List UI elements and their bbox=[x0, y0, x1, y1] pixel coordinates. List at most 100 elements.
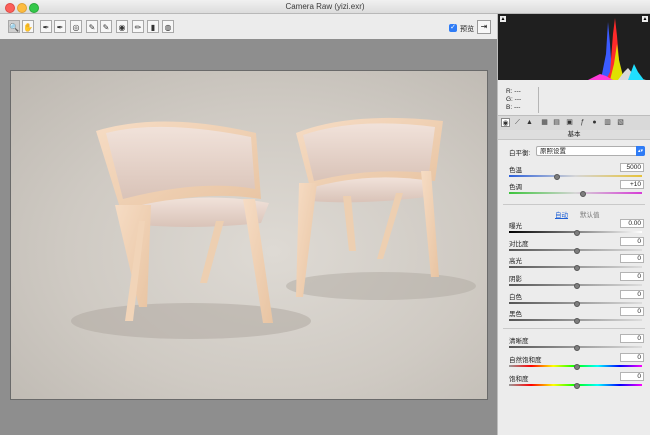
highlights-slider-thumb[interactable] bbox=[573, 265, 580, 271]
tab-presets[interactable]: ▥ bbox=[603, 118, 612, 127]
red-eye-tool-icon: ◉ bbox=[118, 23, 126, 32]
highlights-slider[interactable] bbox=[509, 265, 642, 271]
tab-tone-curve[interactable]: ⟋ bbox=[513, 118, 522, 127]
chairs-photo bbox=[71, 117, 476, 339]
exposure-slider[interactable] bbox=[509, 230, 642, 236]
histogram: ▲ ▲ bbox=[498, 14, 650, 80]
temperature-slider-thumb[interactable] bbox=[553, 174, 560, 180]
aperture-icon: ◉ bbox=[502, 120, 509, 127]
shadow-clipping-toggle[interactable]: ▲ bbox=[500, 16, 506, 22]
exposure-value-field[interactable]: 0.00 bbox=[620, 219, 644, 228]
camera-icon: ● bbox=[592, 119, 597, 126]
curve-icon: ⟋ bbox=[515, 119, 520, 126]
adjustment-brush-icon: ✏ bbox=[134, 23, 142, 32]
vibrance-value-field[interactable]: 0 bbox=[620, 353, 644, 362]
clarity-slider-thumb[interactable] bbox=[573, 345, 580, 351]
blue-readout: B: --- bbox=[506, 104, 521, 111]
panel-tabs: ◉ ⟋ ▲ ▦ ▤ ▣ ƒ ● ▥ ▧ bbox=[498, 115, 650, 131]
color-sampler-tool-button[interactable]: ✒ bbox=[54, 20, 66, 33]
red-readout: R: --- bbox=[506, 88, 521, 95]
blacks-label: 黑色 bbox=[509, 311, 522, 318]
whites-value-field[interactable]: 0 bbox=[620, 290, 644, 299]
clarity-slider[interactable] bbox=[509, 345, 642, 351]
tab-detail[interactable]: ▲ bbox=[525, 118, 534, 127]
green-readout: G: --- bbox=[506, 96, 522, 103]
zoom-tool-icon: 🔍 bbox=[9, 23, 19, 32]
contrast-value-field[interactable]: 0 bbox=[620, 237, 644, 246]
hand-tool-button[interactable]: ✋ bbox=[22, 20, 34, 33]
color-sampler-tool-icon: ✒ bbox=[56, 23, 64, 32]
contrast-slider-thumb[interactable] bbox=[573, 248, 580, 254]
clarity-value-field[interactable]: 0 bbox=[620, 334, 644, 343]
white-balance-select[interactable]: 原照设置 ▴▾ bbox=[536, 146, 645, 156]
histogram-graph bbox=[588, 18, 646, 80]
right-chair bbox=[296, 117, 443, 297]
contrast-label: 对比度 bbox=[509, 241, 529, 248]
graduated-filter-button[interactable]: ▮ bbox=[147, 20, 159, 33]
white-balance-tool-button[interactable]: ✒ bbox=[40, 20, 52, 33]
shadows-slider[interactable] bbox=[509, 283, 642, 289]
preview-checkbox[interactable]: ✓ bbox=[449, 24, 457, 32]
clarity-label: 清晰度 bbox=[509, 338, 529, 345]
preview-image[interactable] bbox=[10, 70, 488, 400]
targeted-adjustment-tool-button[interactable]: ◎ bbox=[70, 20, 82, 33]
saturation-slider[interactable] bbox=[509, 383, 642, 389]
highlights-value-field[interactable]: 0 bbox=[620, 254, 644, 263]
tab-split-toning[interactable]: ▤ bbox=[552, 118, 561, 127]
contrast-slider[interactable] bbox=[509, 248, 642, 254]
tint-slider[interactable] bbox=[509, 191, 642, 197]
tint-value-field[interactable]: +10 bbox=[620, 180, 644, 189]
temperature-value-field[interactable]: 5000 bbox=[620, 163, 644, 172]
blacks-value-field[interactable]: 0 bbox=[620, 307, 644, 316]
white-balance-label: 白平衡: bbox=[509, 150, 531, 157]
blacks-slider-thumb[interactable] bbox=[573, 318, 580, 324]
tab-camera-calibration[interactable]: ● bbox=[590, 118, 599, 127]
vibrance-slider-thumb[interactable] bbox=[573, 364, 580, 370]
highlight-clipping-toggle[interactable]: ▲ bbox=[642, 16, 648, 22]
tab-hsl[interactable]: ▦ bbox=[540, 118, 549, 127]
toolbar: 🔍 ✋ ✒ ✒ ◎ ✎ ✎ ◉ ✏ ▮ ◍ bbox=[0, 14, 497, 39]
radial-filter-button[interactable]: ◍ bbox=[162, 20, 174, 33]
whites-slider[interactable] bbox=[509, 301, 642, 307]
exposure-label: 曝光 bbox=[509, 223, 522, 230]
fullscreen-toggle-button[interactable]: ⇥ bbox=[477, 20, 491, 34]
spot-removal-tool-button[interactable]: ✎ bbox=[100, 20, 112, 33]
targeted-adjustment-tool-icon: ◎ bbox=[72, 23, 80, 32]
red-eye-tool-button[interactable]: ◉ bbox=[116, 20, 128, 33]
adjustment-brush-button[interactable]: ✏ bbox=[132, 20, 144, 33]
tab-effects[interactable]: ƒ bbox=[578, 118, 587, 127]
shadows-label: 阴影 bbox=[509, 276, 522, 283]
saturation-value-field[interactable]: 0 bbox=[620, 372, 644, 381]
shadows-slider-thumb[interactable] bbox=[573, 283, 580, 289]
tab-basic[interactable]: ◉ bbox=[501, 118, 510, 127]
effects-icon: ƒ bbox=[580, 119, 585, 126]
saturation-label: 饱和度 bbox=[509, 376, 529, 383]
spot-removal-tool-icon: ✎ bbox=[102, 23, 110, 32]
shadows-value-field[interactable]: 0 bbox=[620, 272, 644, 281]
tab-snapshots[interactable]: ▧ bbox=[616, 118, 625, 127]
blacks-slider[interactable] bbox=[509, 318, 642, 324]
presets-icon: ▥ bbox=[604, 119, 611, 126]
radial-filter-icon: ◍ bbox=[164, 23, 172, 32]
default-link[interactable]: 默认值 bbox=[580, 209, 600, 219]
section-header: 基本 bbox=[498, 130, 650, 140]
saturation-slider-thumb[interactable] bbox=[573, 383, 580, 389]
preview-label: 预览 bbox=[460, 26, 474, 33]
tint-slider-thumb[interactable] bbox=[580, 191, 587, 197]
whites-slider-thumb[interactable] bbox=[573, 301, 580, 307]
window-title: Camera Raw (yizi.exr) bbox=[285, 2, 365, 11]
vibrance-slider[interactable] bbox=[509, 364, 642, 370]
temperature-slider[interactable] bbox=[509, 174, 642, 180]
chevron-updown-icon: ▴▾ bbox=[636, 146, 645, 156]
hand-tool-icon: ✋ bbox=[23, 23, 33, 32]
grid-icon: ▦ bbox=[541, 119, 548, 126]
auto-link[interactable]: 自动 bbox=[555, 209, 568, 219]
tab-lens[interactable]: ▣ bbox=[565, 118, 574, 127]
whites-label: 白色 bbox=[509, 294, 522, 301]
zoom-tool-button[interactable]: 🔍 bbox=[8, 20, 20, 33]
divider bbox=[503, 328, 645, 329]
highlights-label: 高光 bbox=[509, 258, 522, 265]
snapshots-icon: ▧ bbox=[617, 119, 624, 126]
transform-tool-button[interactable]: ✎ bbox=[86, 20, 98, 33]
exposure-slider-thumb[interactable] bbox=[573, 230, 580, 236]
